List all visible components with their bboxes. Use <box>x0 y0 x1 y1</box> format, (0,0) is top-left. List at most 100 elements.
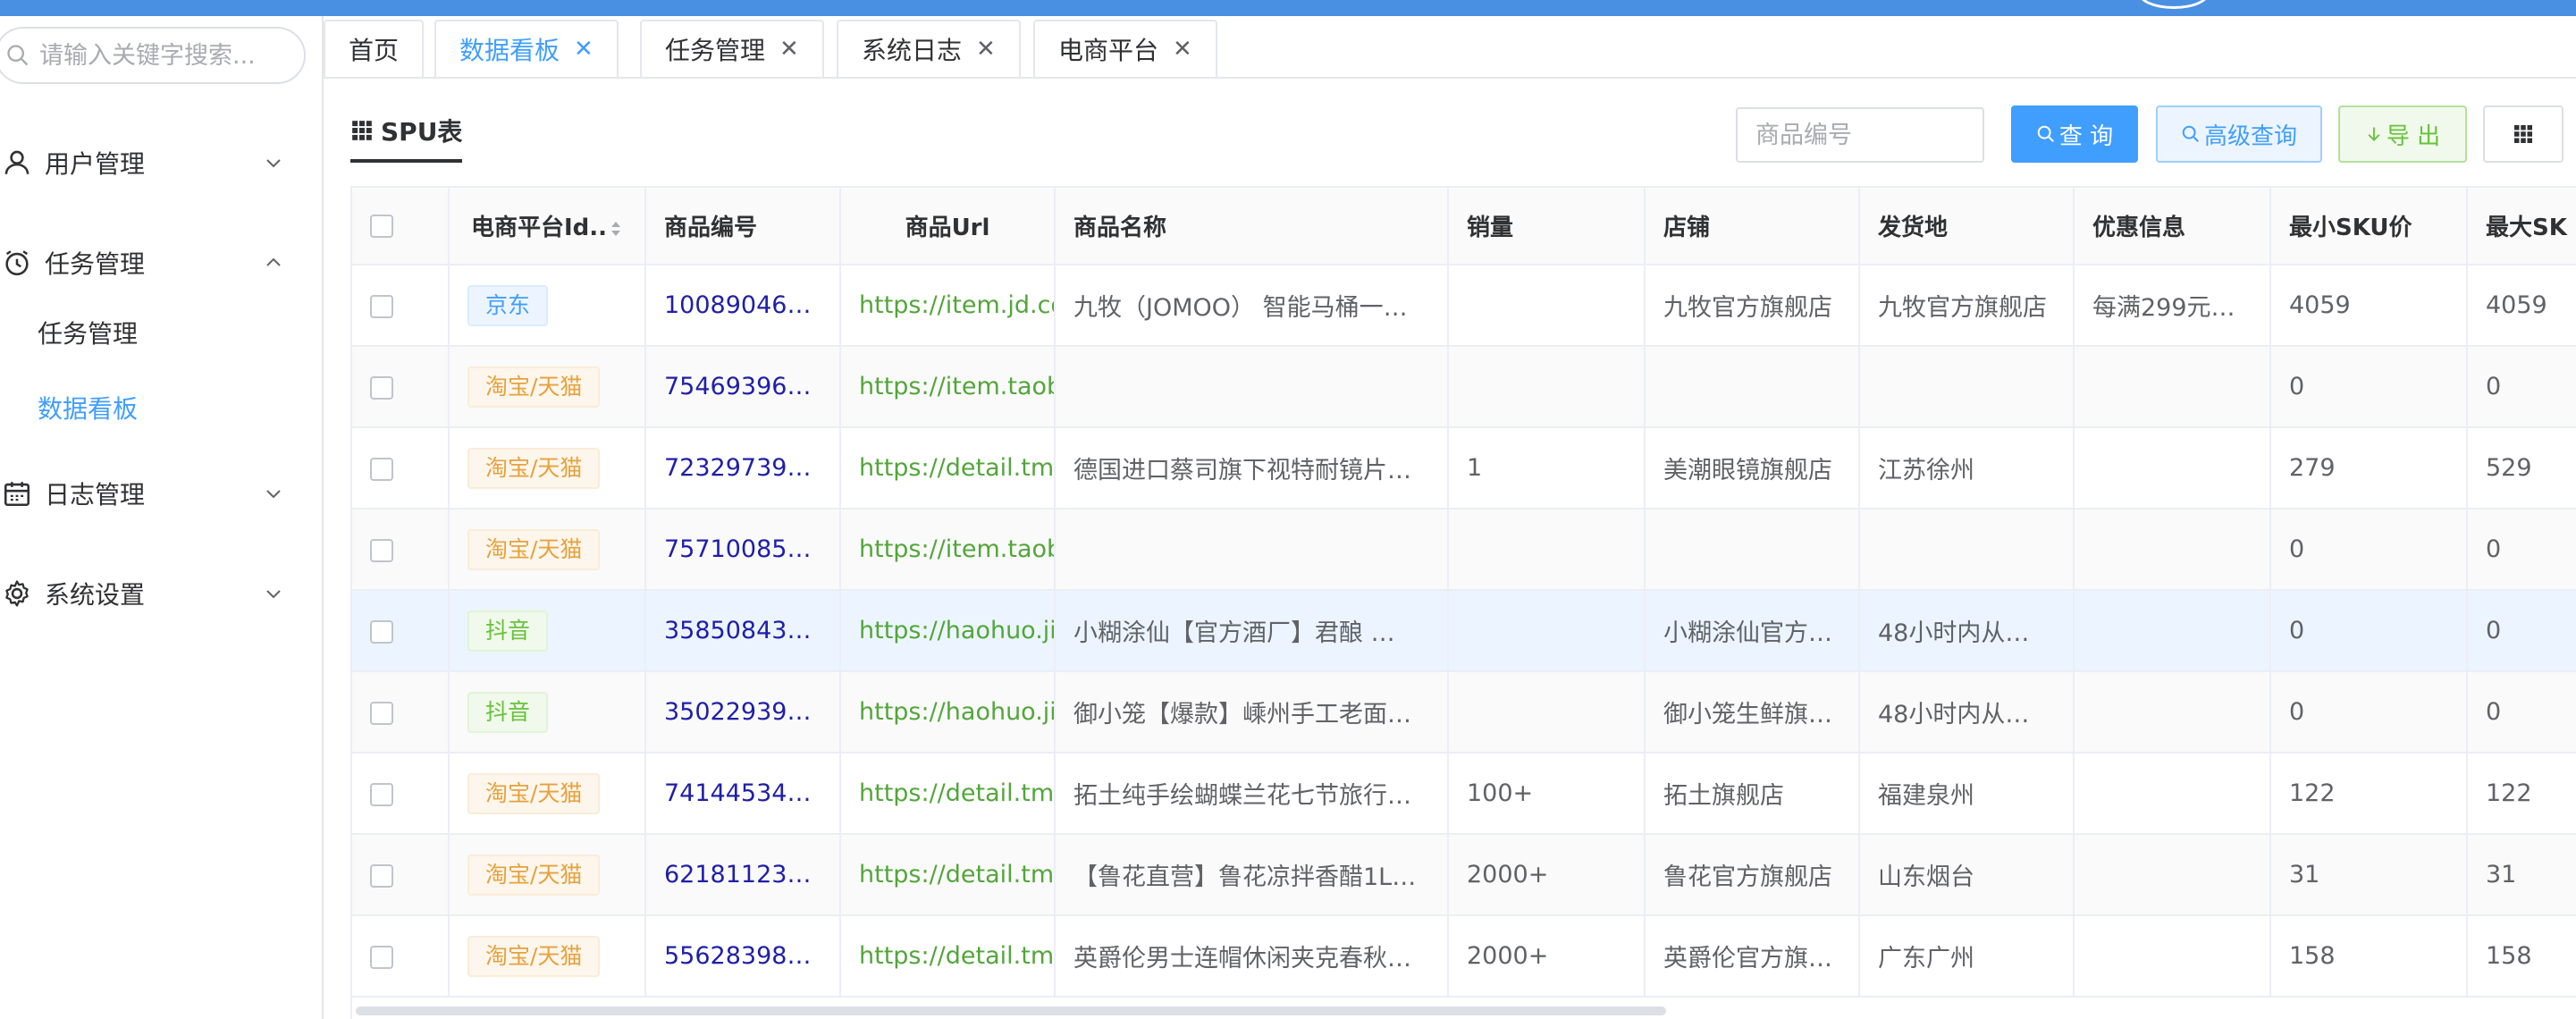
code-cell[interactable]: 741445347… <box>645 753 841 835</box>
code-cell[interactable]: 358508431… <box>645 590 841 672</box>
platform-tag: 抖音 <box>467 691 549 733</box>
platform-cell: 淘宝/天猫 <box>449 753 646 835</box>
sidebar-search-input[interactable] <box>39 41 290 70</box>
row-checkbox[interactable] <box>370 782 393 806</box>
url-cell[interactable]: https://haohuo.jin <box>840 590 1056 672</box>
code-cell[interactable]: 621811230… <box>645 834 841 916</box>
table-row[interactable]: 京东 100890461… https://item.jd.co 九牧（JOMOO） … <box>352 265 2576 347</box>
url-cell[interactable]: https://detail.tma <box>840 427 1056 510</box>
url-cell[interactable]: https://item.jd.co <box>840 265 1056 347</box>
code-cell[interactable]: 757100850… <box>645 509 841 591</box>
max-cell: 31 <box>2467 834 2576 916</box>
ship-cell: 山东烟台 <box>1859 834 2075 916</box>
row-checkbox[interactable] <box>370 701 393 725</box>
tab-label: 首页 <box>349 36 400 65</box>
row-checkbox[interactable] <box>370 945 393 969</box>
code-cell[interactable]: 100890461… <box>645 265 841 347</box>
platform-cell: 淘宝/天猫 <box>449 509 646 591</box>
product-code-input[interactable] <box>1736 107 1984 163</box>
code-cell[interactable]: 754693960… <box>645 346 841 428</box>
menu-item-task-management[interactable]: 任务管理 <box>0 227 322 299</box>
menu-item-label: 用户管理 <box>45 149 146 179</box>
table-row[interactable]: 淘宝/天猫 741445347… https://detail.tma 拓土纯手绘蝴蝶… <box>352 753 2576 835</box>
menu-item-label: 任务管理 <box>45 249 146 279</box>
name-cell: 御小笼【爆款】嵊州手工老面… <box>1055 671 1449 754</box>
select-all-checkbox[interactable] <box>370 215 393 238</box>
row-checkbox[interactable] <box>370 538 393 562</box>
menu-item-system-settings[interactable]: 系统设置 <box>0 558 322 629</box>
grid-icon <box>352 121 372 140</box>
min-cell: 122 <box>2270 753 2468 835</box>
code-cell[interactable]: 350229399… <box>645 671 841 754</box>
row-checkbox[interactable] <box>370 863 393 888</box>
row-checkbox[interactable] <box>370 457 393 481</box>
url-cell[interactable]: https://item.taob <box>840 509 1056 591</box>
tab-home[interactable]: 首页 <box>324 20 425 77</box>
sidebar-search[interactable] <box>0 27 306 84</box>
menu-item-log-management[interactable]: 日志管理 <box>0 458 322 529</box>
tab-task-management[interactable]: 任务管理 ✕ <box>640 20 824 77</box>
avatar[interactable] <box>2138 0 2210 9</box>
submenu-item-task-management[interactable]: 任务管理 <box>38 315 138 350</box>
shop-cell: 小糊涂仙官方… <box>1645 590 1860 672</box>
close-icon[interactable]: ✕ <box>1173 36 1192 63</box>
platform-cell: 淘宝/天猫 <box>449 346 646 428</box>
tab-data-dashboard[interactable]: 数据看板 ✕ <box>434 20 619 77</box>
row-checkbox[interactable] <box>370 294 393 318</box>
ship-cell: 48小时内从… <box>1859 671 2075 754</box>
min-cell: 0 <box>2270 671 2468 754</box>
url-cell[interactable]: https://detail.tma <box>840 915 1056 998</box>
table-row[interactable]: 抖音 358508431… https://haohuo.jin 小糊涂仙【官方酒厂】… <box>352 590 2576 672</box>
max-cell: 0 <box>2467 509 2576 591</box>
horizontal-scrollbar[interactable] <box>356 1006 1666 1015</box>
advanced-query-button[interactable]: 高级查询 <box>2156 105 2322 163</box>
close-icon[interactable]: ✕ <box>779 36 799 63</box>
platform-cell: 抖音 <box>449 671 646 754</box>
column-header: 商品名称 <box>1055 188 1449 265</box>
submenu-item-data-dashboard[interactable]: 数据看板 <box>38 390 138 425</box>
sort-icon[interactable] <box>609 218 623 240</box>
sales-cell <box>1448 509 1646 591</box>
menu-item-label: 日志管理 <box>45 480 146 510</box>
table-row[interactable]: 淘宝/天猫 556283989… https://detail.tma 英爵伦男士连帽… <box>352 915 2576 998</box>
close-icon[interactable]: ✕ <box>976 36 996 63</box>
menu-item-user-management[interactable]: 用户管理 <box>0 127 322 198</box>
table-row[interactable]: 抖音 350229399… https://haohuo.jin 御小笼【爆款】嵊州手… <box>352 671 2576 754</box>
row-checkbox[interactable] <box>370 619 393 644</box>
sales-cell: 100+ <box>1448 753 1646 835</box>
page-title: SPU表 <box>350 113 463 163</box>
platform-cell: 淘宝/天猫 <box>449 427 646 510</box>
column-header: 销量 <box>1448 188 1646 265</box>
promo-cell <box>2074 427 2271 510</box>
table-row[interactable]: 淘宝/天猫 723297390… https://detail.tma 德国进口蔡司旗… <box>352 427 2576 510</box>
code-cell[interactable]: 556283989… <box>645 915 841 998</box>
query-button[interactable]: 查 询 <box>2011 105 2138 163</box>
table-row[interactable]: 淘宝/天猫 621811230… https://detail.tma 【鲁花直营】鲁… <box>352 834 2576 916</box>
platform-cell: 淘宝/天猫 <box>449 915 646 998</box>
ship-cell: 广东广州 <box>1859 915 2075 998</box>
url-cell[interactable]: https://item.taob <box>840 346 1056 428</box>
url-cell[interactable]: https://detail.tma <box>840 753 1056 835</box>
code-cell[interactable]: 723297390… <box>645 427 841 510</box>
row-select-cell <box>352 590 450 672</box>
url-cell[interactable]: https://detail.tma <box>840 834 1056 916</box>
table-row[interactable]: 淘宝/天猫 757100850… https://item.taob 0 0 <box>352 509 2576 591</box>
tab-label: 电商平台 <box>1058 36 1159 65</box>
column-settings-button[interactable] <box>2483 105 2563 163</box>
url-cell[interactable]: https://haohuo.jin <box>840 671 1056 754</box>
table-row[interactable]: 淘宝/天猫 754693960… https://item.taob 0 0 <box>352 346 2576 428</box>
chevron-up-icon <box>266 257 281 266</box>
max-cell: 0 <box>2467 590 2576 672</box>
column-header[interactable]: 电商平台Id.. <box>449 188 646 265</box>
close-icon[interactable]: ✕ <box>574 36 593 63</box>
export-button[interactable]: 导 出 <box>2338 105 2467 163</box>
column-header: 商品Url <box>840 188 1056 265</box>
tab-ecommerce-platform[interactable]: 电商平台 ✕ <box>1033 20 1217 77</box>
tab-system-log[interactable]: 系统日志 ✕ <box>837 20 1021 77</box>
row-checkbox[interactable] <box>370 375 393 400</box>
export-button-label: 导 出 <box>2386 122 2441 150</box>
min-cell: 0 <box>2270 590 2468 672</box>
query-button-label: 查 询 <box>2058 122 2114 150</box>
column-header: 最小SKU价 <box>2270 188 2468 265</box>
tab-label: 系统日志 <box>862 36 963 65</box>
